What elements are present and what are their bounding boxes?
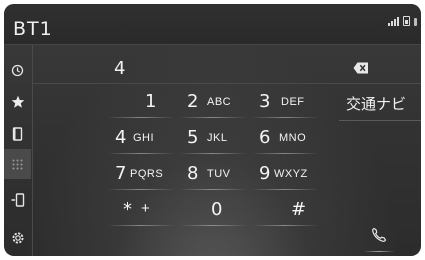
- header-bar: BT1: [4, 4, 421, 45]
- key-2[interactable]: 2 ABC: [177, 84, 249, 118]
- signal-icon: [388, 17, 399, 26]
- key-digit: 4: [115, 127, 127, 148]
- key-digit: 7: [115, 163, 127, 184]
- key-6[interactable]: 6 MNO: [249, 120, 321, 154]
- key-8[interactable]: 8 TUV: [177, 156, 249, 190]
- backspace-button[interactable]: [346, 60, 376, 76]
- key-5[interactable]: 5 JKL: [177, 120, 249, 154]
- key-digit: *: [123, 199, 132, 220]
- status-area: [388, 16, 417, 26]
- key-letters: WXYZ: [274, 168, 308, 180]
- key-star[interactable]: * +: [105, 192, 177, 226]
- key-digit: 5: [187, 127, 199, 148]
- key-digit: 8: [187, 163, 199, 184]
- sidebar: [4, 45, 33, 256]
- key-letters: JKL: [207, 132, 228, 144]
- key-digit: 3: [259, 91, 271, 112]
- number-entry-row: 4: [32, 45, 421, 84]
- device-title: BT1: [13, 18, 53, 40]
- settings-icon[interactable]: [4, 223, 31, 253]
- indicator-icon: [414, 18, 417, 26]
- key-0[interactable]: 0: [177, 192, 249, 226]
- battery-icon: [403, 16, 410, 26]
- key-7[interactable]: 7 PQRS: [105, 156, 177, 190]
- key-letters: +: [141, 200, 151, 217]
- key-letters: MNO: [279, 132, 307, 144]
- key-4[interactable]: 4 GHI: [105, 120, 177, 154]
- phone-call-icon: [372, 227, 387, 242]
- call-button[interactable]: [359, 218, 399, 252]
- key-digit: 6: [259, 127, 271, 148]
- keypad-icon[interactable]: [4, 149, 31, 179]
- traffic-navi-button[interactable]: 交通ナビ: [339, 93, 421, 121]
- key-digit: 2: [187, 91, 199, 112]
- key-digit: 9: [259, 163, 271, 184]
- key-letters: DEF: [281, 96, 305, 108]
- key-hash[interactable]: #: [249, 192, 321, 226]
- key-letters: PQRS: [130, 168, 164, 180]
- dialed-number: 4: [114, 58, 126, 79]
- key-9[interactable]: 9 WXYZ: [249, 156, 321, 190]
- key-letters: TUV: [207, 168, 231, 180]
- phone-transfer-icon[interactable]: [4, 185, 31, 215]
- phone-screen: BT1 4 1 2 ABC 3 DEF 4 GHI 5 JKL 6 MNO 7 …: [4, 4, 421, 256]
- key-1[interactable]: 1: [105, 84, 177, 118]
- star-icon[interactable]: [4, 87, 31, 117]
- key-digit: 1: [145, 91, 157, 112]
- backspace-icon: [353, 62, 368, 74]
- key-3[interactable]: 3 DEF: [249, 84, 321, 118]
- key-digit: #: [291, 199, 307, 220]
- key-letters: GHI: [133, 132, 155, 144]
- key-digit: 0: [211, 199, 223, 220]
- history-icon[interactable]: [4, 55, 31, 85]
- phonebook-icon[interactable]: [4, 119, 31, 149]
- key-letters: ABC: [207, 96, 232, 108]
